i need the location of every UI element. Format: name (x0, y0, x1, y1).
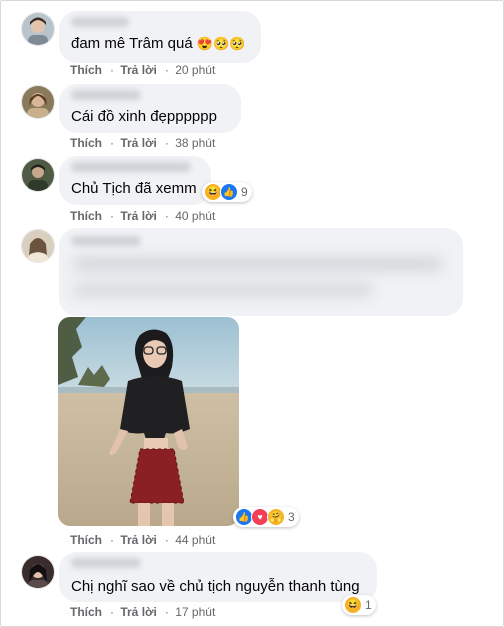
reaction-summary[interactable]: 👍 ♥ 🤗 3 (233, 507, 299, 527)
reaction-summary[interactable]: 😆 👍 9 (202, 182, 252, 202)
comment-bubble: Chủ Tịch đã xemm (59, 156, 211, 205)
reply-link[interactable]: Trả lời (120, 136, 157, 150)
like-link[interactable]: Thích (70, 63, 102, 77)
avatar[interactable] (21, 12, 55, 46)
avatar-image (22, 159, 54, 191)
like-link[interactable]: Thích (70, 136, 102, 150)
avatar-image (22, 230, 54, 262)
photo-girl-on-beach (58, 317, 239, 526)
reply-link[interactable]: Trả lời (120, 605, 157, 619)
comment-bubble: Chị nghĩ sao về chủ tịch nguyễn thanh tù… (59, 552, 377, 602)
comment-actions: Thích · Trả lời · 17 phút (70, 605, 216, 619)
avatar[interactable] (21, 158, 55, 192)
care-icon: 🤗 (267, 508, 285, 526)
like-link[interactable]: Thích (70, 533, 102, 547)
comment-photo[interactable] (58, 317, 239, 526)
reaction-count: 3 (288, 510, 295, 524)
comment-panel: đam mê Trâm quá 😍🥺🥺 Thích · Trả lời · 20 p… (0, 0, 504, 627)
avatar[interactable] (21, 229, 55, 263)
comment-bubble: đam mê Trâm quá 😍🥺🥺 (59, 11, 261, 63)
timestamp[interactable]: 20 phút (175, 63, 215, 77)
like-link[interactable]: Thích (70, 605, 102, 619)
timestamp[interactable]: 40 phút (175, 209, 215, 223)
reply-link[interactable]: Trả lời (120, 533, 157, 547)
comment-actions: Thích · Trả lời · 44 phút (70, 533, 216, 547)
comment-text: đam mê Trâm quá 😍🥺🥺 (71, 35, 246, 52)
haha-icon: 😆 (344, 596, 362, 614)
comment-actions: Thích · Trả lời · 38 phút (70, 136, 216, 150)
commenter-name[interactable] (71, 90, 141, 100)
commenter-name[interactable] (71, 162, 191, 172)
commenter-name[interactable] (71, 558, 141, 568)
comment-text: Chị nghĩ sao về chủ tịch nguyễn thanh tù… (71, 578, 360, 595)
timestamp[interactable]: 44 phút (175, 533, 215, 547)
timestamp[interactable]: 38 phút (175, 136, 215, 150)
commenter-name[interactable] (71, 17, 129, 27)
avatar[interactable] (21, 555, 55, 589)
avatar-image (22, 13, 54, 45)
comment-actions: Thích · Trả lời · 40 phút (70, 209, 216, 223)
like-icon: 👍 (220, 183, 238, 201)
commenter-name[interactable] (71, 236, 141, 246)
emoji-heart-eyes-icon: 😍🥺🥺 (196, 36, 246, 51)
avatar-image (22, 556, 54, 588)
comment-text: Chủ Tịch đã xemm (71, 180, 197, 197)
reply-link[interactable]: Trả lời (120, 63, 157, 77)
comment-text: Cái đồ xinh đẹpppppp (71, 108, 217, 125)
reply-link[interactable]: Trả lời (120, 209, 157, 223)
timestamp[interactable]: 17 phút (175, 605, 215, 619)
blurred-comment-text (67, 250, 447, 308)
reaction-count: 1 (365, 598, 372, 612)
avatar[interactable] (21, 85, 55, 119)
comment-bubble: Cái đồ xinh đẹpppppp (59, 84, 241, 133)
reaction-summary[interactable]: 😆 1 (342, 595, 376, 615)
like-link[interactable]: Thích (70, 209, 102, 223)
comment-bubble (59, 228, 463, 316)
comment-actions: Thích · Trả lời · 20 phút (70, 63, 216, 77)
reaction-count: 9 (241, 185, 248, 199)
avatar-image (22, 86, 54, 118)
